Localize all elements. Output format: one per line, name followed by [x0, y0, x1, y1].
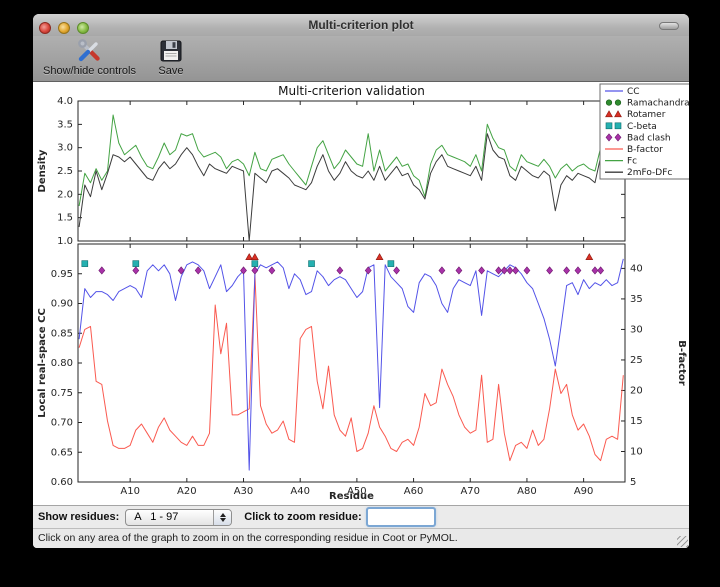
svg-text:0.85: 0.85 — [51, 328, 73, 339]
svg-text:Ramachandran: Ramachandran — [627, 99, 689, 109]
zoom-residue-input[interactable] — [368, 509, 434, 525]
svg-text:40: 40 — [630, 263, 643, 274]
save-label: Save — [158, 65, 183, 77]
svg-text:A70: A70 — [460, 486, 480, 497]
svg-text:A40: A40 — [290, 486, 310, 497]
svg-text:0.75: 0.75 — [51, 388, 73, 399]
status-bar: Click on any area of the graph to zoom i… — [33, 528, 689, 548]
svg-text:B-factor: B-factor — [627, 145, 663, 155]
svg-text:Fc: Fc — [627, 157, 637, 167]
arrow-up-icon — [220, 513, 226, 517]
svg-text:15: 15 — [630, 416, 643, 427]
status-text: Click on any area of the graph to zoom i… — [38, 532, 458, 544]
svg-text:A90: A90 — [574, 486, 594, 497]
fc-line — [79, 115, 623, 206]
svg-text:1.0: 1.0 — [57, 236, 73, 247]
svg-text:1.5: 1.5 — [57, 213, 73, 224]
title-bar[interactable]: Multi-criterion plot — [33, 14, 689, 36]
svg-text:0.95: 0.95 — [51, 269, 73, 280]
cc-plot-frame — [78, 244, 625, 482]
svg-text:A20: A20 — [177, 486, 197, 497]
svg-text:Bad clash: Bad clash — [627, 133, 671, 143]
b-factor-axis-label: B-factor — [676, 340, 687, 385]
svg-text:4.0: 4.0 — [57, 96, 73, 107]
svg-text:0.70: 0.70 — [51, 418, 73, 429]
save-button[interactable]: Save — [154, 36, 188, 79]
svg-text:30: 30 — [630, 324, 643, 335]
desktop-background: Multi-criterion plot Show/hide controls — [0, 0, 720, 587]
legend: CC RamachandranRotamer C-betaBad clash B-fa… — [600, 84, 689, 179]
svg-text:2.5: 2.5 — [57, 166, 73, 177]
svg-text:Rotamer: Rotamer — [627, 110, 666, 120]
up-down-stepper-icon[interactable] — [213, 510, 231, 525]
svg-text:20: 20 — [630, 385, 643, 396]
svg-text:2.0: 2.0 — [57, 189, 73, 200]
zoom-residue-label: Click to zoom residue: — [244, 511, 361, 523]
arrow-down-icon — [220, 518, 226, 522]
resize-grip-icon[interactable] — [677, 536, 688, 547]
controls-strip: Show residues: A 1 - 97 Click to zoom re… — [33, 505, 689, 528]
multi-criterion-plot-window: Multi-criterion plot Show/hide controls — [33, 14, 689, 548]
b-factor-line — [79, 275, 623, 461]
bad-clash-markers — [99, 267, 604, 274]
rotamer-markers — [246, 254, 593, 260]
svg-text:5: 5 — [630, 477, 636, 488]
svg-text:A60: A60 — [404, 486, 424, 497]
svg-text:CC: CC — [627, 87, 640, 97]
floppy-disk-icon — [158, 38, 184, 64]
plot-title: Multi-criterion validation — [278, 84, 425, 98]
svg-text:0.65: 0.65 — [51, 447, 73, 458]
tools-icon — [76, 38, 102, 64]
residue-axis-label: Residue — [329, 491, 374, 502]
svg-text:2mFo-DFc: 2mFo-DFc — [627, 168, 672, 178]
density-axis-label: Density — [37, 149, 48, 192]
svg-text:0.90: 0.90 — [51, 299, 73, 310]
cc-axis-label: Local real-space CC — [37, 308, 48, 418]
svg-text:0.80: 0.80 — [51, 358, 73, 369]
svg-text:3.0: 3.0 — [57, 143, 73, 154]
multi-criterion-plot-canvas[interactable]: Multi-criterion validation 1.0 1.5 2.0 2.5 3.… — [33, 82, 689, 505]
svg-text:25: 25 — [630, 355, 643, 366]
svg-text:A80: A80 — [517, 486, 537, 497]
svg-text:10: 10 — [630, 446, 643, 457]
show-residues-dropdown[interactable]: A 1 - 97 — [125, 509, 232, 526]
svg-text:0.60: 0.60 — [51, 477, 73, 488]
show-residues-label: Show residues: — [38, 511, 119, 523]
show-hide-controls-button[interactable]: Show/hide controls — [39, 36, 140, 79]
plot-area: Multi-criterion validation 1.0 1.5 2.0 2.5 3.… — [33, 82, 689, 505]
2mfo-dfc-line — [79, 134, 623, 241]
svg-text:A10: A10 — [120, 486, 140, 497]
svg-text:35: 35 — [630, 294, 643, 305]
show-hide-controls-label: Show/hide controls — [43, 65, 136, 77]
svg-text:3.5: 3.5 — [57, 119, 73, 130]
chain-range-value: A 1 - 97 — [126, 511, 178, 523]
svg-text:C-beta: C-beta — [627, 122, 657, 132]
window-title: Multi-criterion plot — [33, 14, 689, 36]
svg-text:A30: A30 — [234, 486, 254, 497]
toolbar-pill-button[interactable] — [659, 22, 679, 30]
toolbar: Show/hide controls Save — [33, 36, 689, 82]
c-beta-markers — [82, 261, 394, 267]
cc-line — [79, 259, 623, 470]
